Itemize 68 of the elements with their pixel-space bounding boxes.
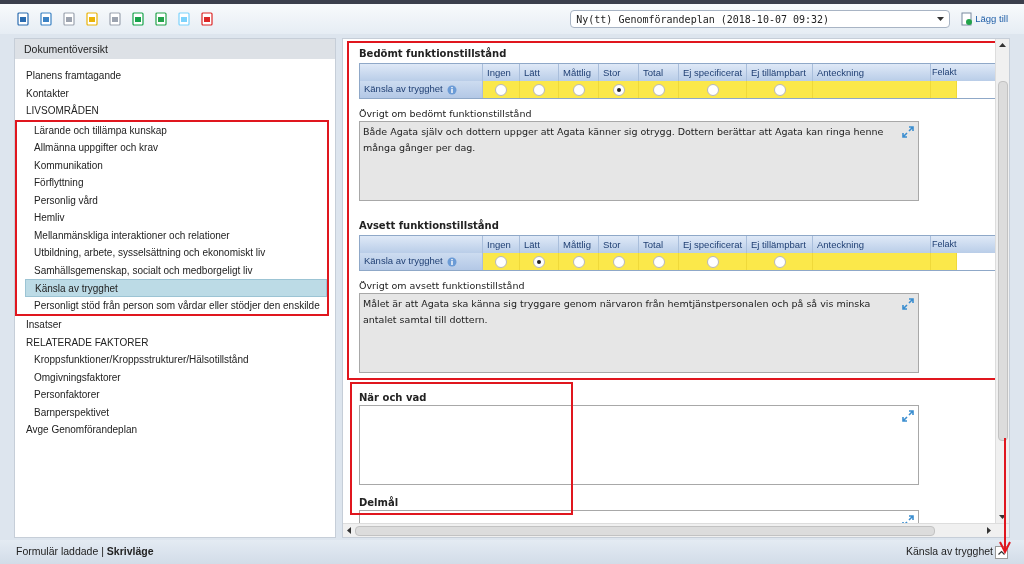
text-area[interactable]: Både Agata själv och dottern uppger att Agata känner sig otrygg. Dottern berättar att Agata kan ringa henne många gånger per dag. [359,121,919,201]
radio-button[interactable] [533,255,545,268]
table-cell [931,81,957,98]
info-icon[interactable] [446,256,457,267]
tree-item[interactable]: Omgivningsfaktorer [25,368,333,386]
radio-button[interactable] [495,83,507,96]
radio-button[interactable] [706,255,719,268]
tree-item[interactable]: Känsla av trygghet [25,279,327,297]
text-area[interactable] [359,405,919,485]
tree-item[interactable]: Samhällsgemenskap, socialt och medborgeligt liv [25,261,327,279]
row-label: Känsla av trygghet [364,254,443,269]
tree-item[interactable]: Insatser [17,316,333,334]
section-title: Avsett funktionstillstånd [359,218,500,233]
expand-icon[interactable] [902,126,914,138]
radio-button[interactable] [612,255,625,268]
add-button[interactable]: Lägg till [961,11,1008,27]
tree-item[interactable]: Planens framtagande [17,67,333,85]
tree-item[interactable]: Personligt stöd från person som vårdar eller stödjer den enskilde [25,296,327,314]
radio-button[interactable] [533,83,545,96]
tree-item[interactable]: Allmänna uppgifter och krav [25,139,327,157]
caret-up-icon [998,549,1005,555]
horizontal-scrollbar[interactable] [343,523,1009,537]
radio-button[interactable] [652,83,665,96]
tree-item[interactable]: Mellanmänskliga interaktioner och relationer [25,226,327,244]
current-section-label: Känsla av trygghet [906,544,993,560]
column-header: Felakt [931,238,957,251]
radio-button[interactable] [572,83,585,96]
radio-button[interactable] [572,255,585,268]
tree-item[interactable]: Kroppsfunktioner/Kroppsstrukturer/Hälsotillstånd [25,351,333,369]
page-icon[interactable] [62,12,76,26]
field-label: Övrigt om avsett funktionstillstånd [359,279,526,293]
radio-button[interactable] [495,255,507,268]
expand-icon[interactable] [902,298,914,310]
row-label: Känsla av trygghet [364,82,443,97]
column-header: Felakt [931,66,957,79]
add-document-icon [961,12,974,26]
tree-item[interactable]: Barnperspektivet [25,403,333,421]
tree-item[interactable]: Kommunikation [25,156,327,174]
field-label: Övrigt om bedömt funktionstillstånd [359,107,533,121]
tree-item[interactable]: Avge Genomförandeplan [17,421,333,439]
info-icon[interactable] [446,84,457,95]
radio-button[interactable] [773,255,786,268]
tree-item[interactable]: Lärande och tillämpa kunskap [25,121,327,139]
field-label: När och vad [359,391,428,405]
plan-dropdown[interactable]: Ny(tt) Genomförandeplan (2018-10-07 09:32) [570,10,951,28]
tree-item[interactable]: Förflyttning [25,174,327,192]
scroll-thumb[interactable] [997,81,1008,441]
tree-item[interactable]: Personlig vård [25,191,327,209]
radio-button[interactable] [652,255,665,268]
caret-icon [937,17,945,21]
expand-icon[interactable] [902,410,914,422]
tree-item[interactable]: Hemliv [25,209,327,227]
tree-item[interactable]: RELATERADE FAKTORER [17,333,333,351]
radio-button[interactable] [773,83,786,96]
section-title: Bedömt funktionstillstånd [359,46,508,61]
tree-item[interactable]: Utbildning, arbete, sysselsättning och ekonomiskt liv [25,244,327,262]
tree-item[interactable]: LIVSOMRÅDEN [17,102,333,120]
radio-button[interactable] [706,83,719,96]
status-message: Formulär laddade | Skrivläge [16,544,154,560]
table-cell [931,253,957,270]
panel-header: Dokumentöversikt [15,39,335,59]
tree-item[interactable]: Kontakter [17,84,333,102]
field-label: Delmål [359,495,400,510]
radio-button[interactable] [612,83,625,96]
vertical-scrollbar[interactable] [995,39,1009,523]
text-area[interactable]: Målet är att Agata ska känna sig tryggare genom närvaron från hemtjänstpersonalen och på så vis minska antalet samtal till dottern. [359,293,919,373]
scroll-thumb[interactable] [355,525,935,536]
tree-item[interactable]: Personfaktorer [25,386,333,404]
